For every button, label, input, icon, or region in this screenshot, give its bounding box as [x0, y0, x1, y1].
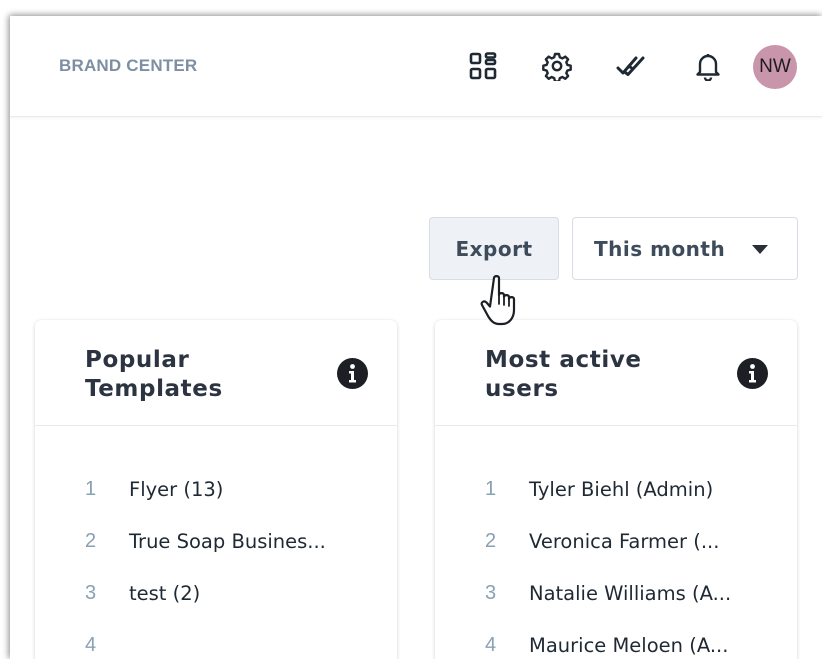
brand-title[interactable]: BRAND CENTER — [59, 56, 197, 76]
card-header: Popular Templates — [35, 320, 397, 426]
most-active-users-card: Most active users 1 Tyler Biehl (Admin) … — [435, 320, 797, 659]
period-select-value: This month — [594, 236, 726, 261]
popular-templates-card: Popular Templates 1 Flyer (13) 2 True So… — [35, 320, 397, 659]
rank-number: 2 — [85, 530, 97, 552]
user-avatar[interactable]: NW — [753, 45, 797, 89]
list-item[interactable]: 4 Maurice Meloen (A... — [435, 634, 797, 659]
user-name: Tyler Biehl (Admin) — [529, 478, 714, 501]
bell-icon[interactable] — [691, 49, 725, 83]
hand-pointer-cursor-icon — [480, 275, 516, 326]
rank-number: 4 — [485, 634, 497, 656]
avatar-initials: NW — [759, 56, 791, 77]
list-item[interactable]: 4 — [35, 634, 397, 659]
list-item[interactable]: 2 True Soap Busines... — [35, 530, 397, 582]
apps-grid-icon[interactable] — [466, 49, 500, 83]
card-title: Most active users — [485, 347, 642, 402]
period-select[interactable]: This month — [572, 217, 798, 280]
info-icon[interactable] — [737, 358, 768, 389]
rank-number: 4 — [85, 634, 97, 656]
list-item[interactable]: 1 Flyer (13) — [35, 478, 397, 530]
card-title: Popular Templates — [85, 347, 223, 402]
rank-number: 2 — [485, 530, 497, 552]
template-name: True Soap Busines... — [129, 530, 326, 553]
export-button[interactable]: Export — [429, 217, 559, 280]
double-check-icon[interactable] — [614, 49, 648, 83]
app-window: BRAND CENTER NW Export This month Popula… — [10, 16, 822, 659]
list-item[interactable]: 1 Tyler Biehl (Admin) — [435, 478, 797, 530]
list-item[interactable]: 3 Natalie Williams (A... — [435, 582, 797, 634]
rank-number: 3 — [85, 582, 97, 604]
list-item[interactable]: 3 test (2) — [35, 582, 397, 634]
template-name: test (2) — [129, 582, 201, 605]
rank-number: 1 — [485, 478, 497, 500]
user-name: Veronica Farmer (... — [529, 530, 720, 553]
info-icon[interactable] — [337, 358, 368, 389]
users-list: 1 Tyler Biehl (Admin) 2 Veronica Farmer … — [435, 478, 797, 659]
card-header: Most active users — [435, 320, 797, 426]
rank-number: 3 — [485, 582, 497, 604]
user-name: Natalie Williams (A... — [529, 582, 732, 605]
user-name: Maurice Meloen (A... — [529, 634, 729, 657]
templates-list: 1 Flyer (13) 2 True Soap Busines... 3 te… — [35, 478, 397, 659]
export-button-label: Export — [455, 236, 533, 261]
top-navigation-bar: BRAND CENTER NW — [10, 16, 822, 117]
caret-down-icon — [752, 245, 768, 254]
list-item[interactable]: 2 Veronica Farmer (... — [435, 530, 797, 582]
settings-gear-icon[interactable] — [540, 49, 574, 83]
template-name: Flyer (13) — [129, 478, 224, 501]
rank-number: 1 — [85, 478, 97, 500]
